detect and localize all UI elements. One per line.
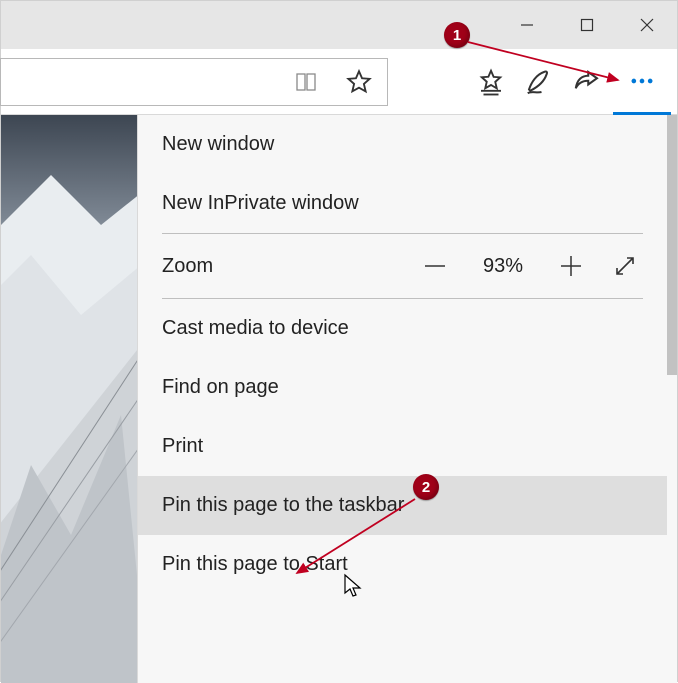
maximize-button[interactable]	[557, 1, 617, 49]
webpage-preview	[1, 115, 137, 683]
favorite-button[interactable]	[337, 60, 381, 104]
menu-zoom-row: Zoom 93%	[138, 234, 667, 298]
menu-new-inprivate[interactable]: New InPrivate window	[138, 174, 667, 233]
menu-pin-start[interactable]: Pin this page to Start	[138, 535, 667, 594]
minimize-icon	[520, 18, 534, 32]
minus-icon	[422, 253, 448, 279]
settings-menu: New window New InPrivate window Zoom 93%…	[137, 115, 677, 683]
menu-label: Print	[162, 435, 203, 458]
menu-scrollbar[interactable]	[667, 115, 677, 375]
zoom-value: 93%	[471, 255, 535, 278]
address-input[interactable]	[1, 59, 277, 105]
menu-print[interactable]: Print	[138, 417, 667, 476]
fullscreen-icon	[613, 254, 637, 278]
close-button[interactable]	[617, 1, 677, 49]
close-icon	[640, 18, 654, 32]
star-icon	[345, 68, 373, 96]
mountain-image	[1, 115, 137, 683]
menu-label: Find on page	[162, 376, 279, 399]
reading-view-icon	[294, 69, 320, 95]
menu-label: New InPrivate window	[162, 192, 359, 215]
zoom-label: Zoom	[162, 255, 213, 278]
share-icon	[572, 67, 602, 97]
plus-icon	[558, 253, 584, 279]
menu-label: New window	[162, 133, 274, 156]
menu-pin-taskbar[interactable]: Pin this page to the taskbar	[138, 476, 667, 535]
menu-label: Cast media to device	[162, 317, 349, 340]
hub-icon	[476, 67, 506, 97]
menu-find[interactable]: Find on page	[138, 358, 667, 417]
share-button[interactable]	[565, 60, 609, 104]
reading-view-button[interactable]	[285, 60, 329, 104]
minimize-button[interactable]	[497, 1, 557, 49]
fullscreen-button[interactable]	[607, 248, 643, 284]
more-button[interactable]	[613, 49, 671, 115]
menu-label: Pin this page to the taskbar	[162, 494, 404, 517]
hub-button[interactable]	[469, 60, 513, 104]
zoom-out-button[interactable]	[417, 248, 453, 284]
maximize-icon	[580, 18, 594, 32]
web-note-button[interactable]	[517, 60, 561, 104]
content-area: New window New InPrivate window Zoom 93%…	[1, 115, 677, 683]
pen-icon	[524, 67, 554, 97]
browser-toolbar	[1, 49, 677, 115]
window-titlebar	[1, 1, 677, 49]
menu-new-window[interactable]: New window	[138, 115, 667, 174]
menu-label: Pin this page to Start	[162, 553, 348, 576]
menu-cast[interactable]: Cast media to device	[138, 299, 667, 358]
address-bar[interactable]	[0, 58, 388, 106]
zoom-in-button[interactable]	[553, 248, 589, 284]
more-dots-icon	[628, 67, 656, 95]
